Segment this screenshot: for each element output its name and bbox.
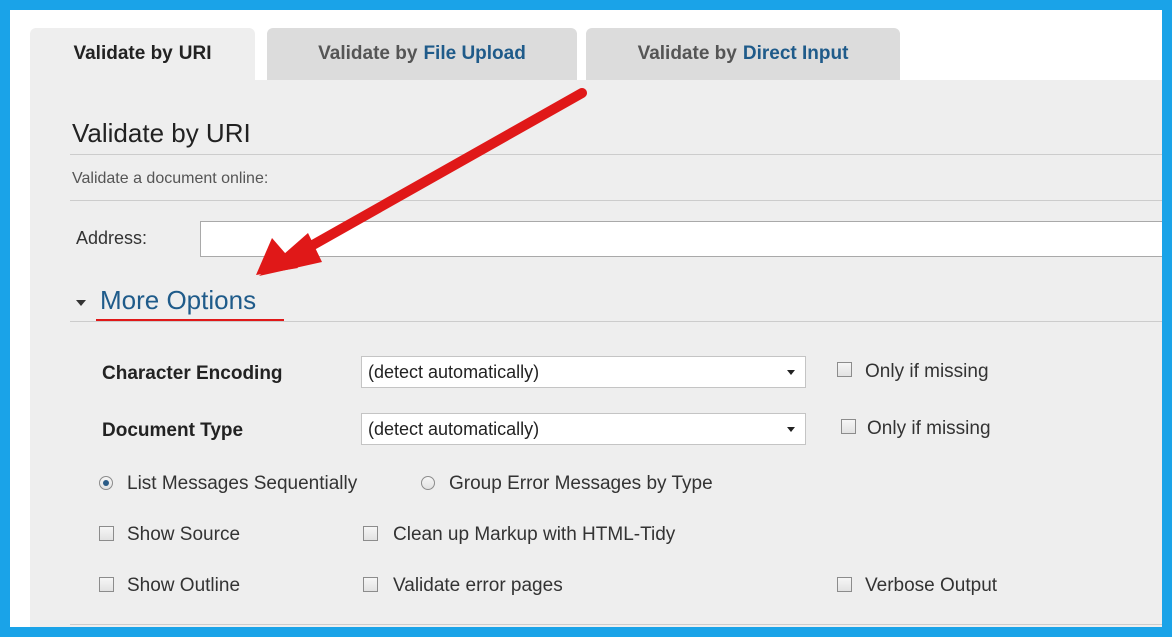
cleanup-markup-label: Clean up Markup with HTML-Tidy [393,524,676,545]
character-encoding-label: Character Encoding [102,363,283,384]
tab-highlight: File Upload [423,43,526,64]
address-input[interactable] [200,221,1162,257]
list-sequentially-label: List Messages Sequentially [127,473,358,494]
validate-error-pages-checkbox[interactable] [363,577,378,592]
tab-validate-by-uri[interactable]: Validate by URI [30,28,255,80]
chevron-down-icon [787,427,795,432]
divider [70,154,1162,155]
show-outline-checkbox[interactable] [99,577,114,592]
select-value: (detect automatically) [368,361,540,382]
encoding-only-if-missing-checkbox[interactable] [837,362,852,377]
tab-highlight: URI [178,43,212,64]
divider [70,321,1162,322]
group-by-type-label: Group Error Messages by Type [449,473,713,494]
page-title: Validate by URI [72,118,251,148]
doctype-only-if-missing-checkbox[interactable] [841,419,856,434]
show-source-label: Show Source [127,524,241,545]
tab-prefix: Validate by [318,43,418,64]
group-by-type-radio[interactable] [421,476,435,490]
tab-prefix: Validate by [73,43,173,64]
document-type-select[interactable]: (detect automatically) [361,413,806,445]
show-outline-label: Show Outline [127,575,241,596]
list-sequentially-radio[interactable] [99,476,113,490]
verbose-output-label: Verbose Output [865,575,998,596]
divider [70,200,1162,201]
validate-panel: Validate by URI Validate a document onli… [30,80,1162,627]
chevron-down-icon [787,370,795,375]
tab-validate-by-direct-input[interactable]: Validate by Direct Input [586,28,900,80]
tab-prefix: Validate by [637,43,737,64]
tab-bar: Validate by URI Validate by File Upload … [30,28,1162,80]
doctype-only-if-missing-label: Only if missing [867,418,991,439]
more-options-label: More Options [100,285,257,315]
character-encoding-select[interactable]: (detect automatically) [361,356,806,388]
show-source-checkbox[interactable] [99,526,114,541]
tab-highlight: Direct Input [742,43,849,64]
verbose-output-checkbox[interactable] [837,577,852,592]
encoding-only-if-missing-label: Only if missing [865,361,989,382]
tab-validate-by-file-upload[interactable]: Validate by File Upload [267,28,577,80]
divider [70,624,1162,625]
cleanup-markup-checkbox[interactable] [363,526,378,541]
triangle-down-icon [76,299,86,306]
document-type-label: Document Type [102,420,244,441]
page-subtitle: Validate a document online: [72,170,269,187]
address-label: Address: [76,228,148,248]
select-value: (detect automatically) [368,418,540,439]
more-options-toggle[interactable]: More Options [76,285,256,316]
screenshot-frame: Validate by URI Validate by File Upload … [0,0,1172,637]
validate-error-pages-label: Validate error pages [393,575,563,596]
